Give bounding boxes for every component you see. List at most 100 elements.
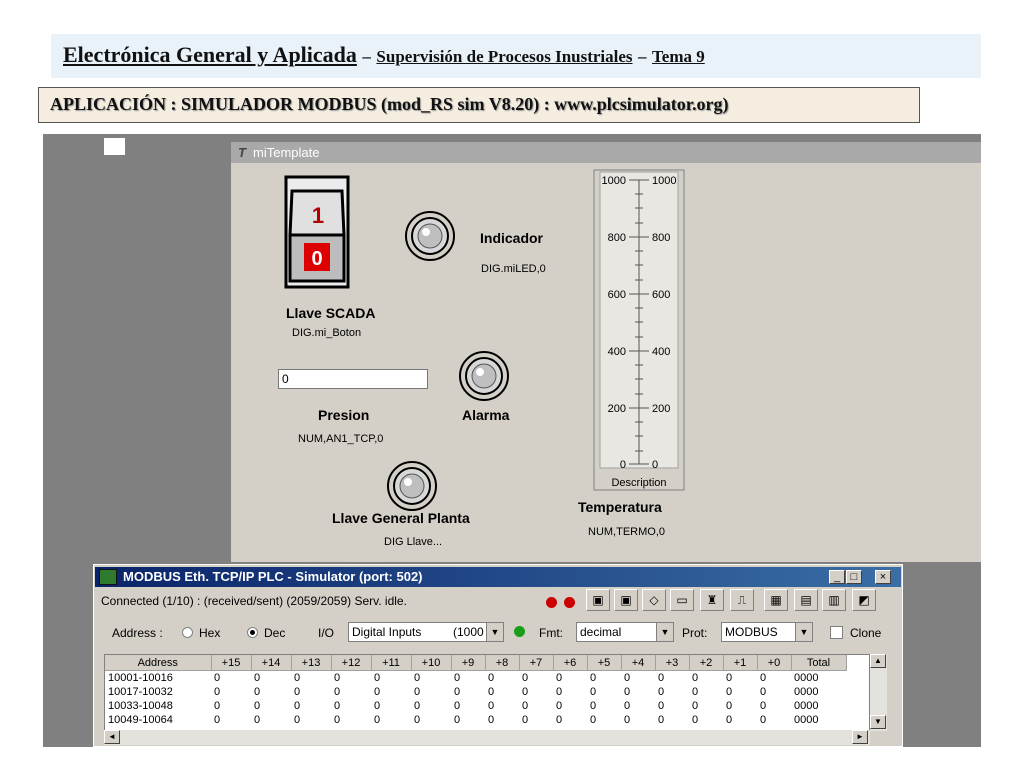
- load-icon[interactable]: ▣: [614, 589, 638, 611]
- bit-cell[interactable]: 0: [723, 685, 757, 699]
- bit-cell[interactable]: 0: [211, 671, 251, 686]
- column-header[interactable]: +5: [587, 655, 622, 671]
- scroll-right-icon[interactable]: ►: [852, 730, 868, 744]
- table-row[interactable]: 10017-10032 0 0 0 0 0 0 0 0 0 0 0 0 0 0 0 0 0000: [105, 685, 846, 699]
- simulator-titlebar[interactable]: MODBUS Eth. TCP/IP PLC - Simulator (port…: [95, 567, 901, 587]
- column-header[interactable]: Address: [105, 655, 212, 671]
- red-status-dot-icon[interactable]: [546, 597, 557, 608]
- bit-cell[interactable]: 0: [291, 671, 331, 686]
- bit-cell[interactable]: 0: [371, 713, 411, 727]
- bit-cell[interactable]: 0: [655, 699, 689, 713]
- bit-cell[interactable]: 0: [251, 713, 291, 727]
- bit-cell[interactable]: 0: [519, 671, 553, 686]
- address-cell[interactable]: 10049-10064: [105, 713, 211, 727]
- bit-cell[interactable]: 0: [757, 671, 791, 686]
- bit-cell[interactable]: 0: [411, 699, 451, 713]
- minimize-button[interactable]: _: [829, 570, 845, 584]
- vertical-scrollbar[interactable]: ▲ ▼: [870, 654, 887, 731]
- bit-cell[interactable]: 0: [451, 713, 485, 727]
- bit-cell[interactable]: 0: [211, 713, 251, 727]
- column-header[interactable]: +6: [553, 655, 588, 671]
- pressure-input[interactable]: 0: [278, 369, 428, 389]
- chevron-down-icon[interactable]: ▼: [656, 623, 673, 641]
- column-header[interactable]: Total: [791, 655, 847, 671]
- bit-cell[interactable]: 0: [371, 685, 411, 699]
- address-cell[interactable]: 10033-10048: [105, 699, 211, 713]
- bit-cell[interactable]: 0: [519, 685, 553, 699]
- bit-cell[interactable]: 0: [587, 699, 621, 713]
- scroll-left-icon[interactable]: ◄: [104, 730, 120, 744]
- clone-checkbox[interactable]: [830, 626, 843, 639]
- total-cell[interactable]: 0000: [791, 671, 846, 686]
- bit-cell[interactable]: 0: [411, 685, 451, 699]
- bit-cell[interactable]: 0: [251, 671, 291, 686]
- bit-cell[interactable]: 0: [485, 699, 519, 713]
- scroll-up-icon[interactable]: ▲: [870, 654, 886, 668]
- bit-cell[interactable]: 0: [211, 685, 251, 699]
- column-header[interactable]: +11: [371, 655, 412, 671]
- bit-cell[interactable]: 0: [331, 671, 371, 686]
- bit-cell[interactable]: 0: [553, 671, 587, 686]
- column-header[interactable]: +7: [519, 655, 554, 671]
- table-row[interactable]: 10033-10048 0 0 0 0 0 0 0 0 0 0 0 0 0 0 0 0 0000: [105, 699, 846, 713]
- bit-cell[interactable]: 0: [723, 699, 757, 713]
- column-header[interactable]: +12: [331, 655, 372, 671]
- bit-cell[interactable]: 0: [757, 699, 791, 713]
- address-cell[interactable]: 10017-10032: [105, 685, 211, 699]
- bit-cell[interactable]: 0: [689, 699, 723, 713]
- table-row[interactable]: 10001-10016 0 0 0 0 0 0 0 0 0 0 0 0 0 0 0 0 0000: [105, 671, 846, 686]
- save-icon[interactable]: ▣: [586, 589, 610, 611]
- bus-icon[interactable]: ▦: [764, 589, 788, 611]
- bit-cell[interactable]: 0: [689, 685, 723, 699]
- bit-cell[interactable]: 0: [689, 713, 723, 727]
- column-header[interactable]: +10: [411, 655, 452, 671]
- bit-cell[interactable]: 0: [371, 671, 411, 686]
- bit-cell[interactable]: 0: [519, 713, 553, 727]
- column-header[interactable]: +8: [485, 655, 520, 671]
- bit-cell[interactable]: 0: [331, 685, 371, 699]
- bit-cell[interactable]: 0: [451, 685, 485, 699]
- bit-cell[interactable]: 0: [331, 699, 371, 713]
- bit-cell[interactable]: 0: [485, 713, 519, 727]
- total-cell[interactable]: 0000: [791, 713, 846, 727]
- chevron-down-icon[interactable]: ▼: [486, 623, 503, 641]
- bit-cell[interactable]: 0: [485, 685, 519, 699]
- bit-cell[interactable]: 0: [621, 671, 655, 686]
- bit-cell[interactable]: 0: [251, 685, 291, 699]
- table-row[interactable]: 10049-10064 0 0 0 0 0 0 0 0 0 0 0 0 0 0 0 0 0000: [105, 713, 846, 727]
- bit-cell[interactable]: 0: [553, 685, 587, 699]
- bit-cell[interactable]: 0: [655, 685, 689, 699]
- column-header[interactable]: +0: [757, 655, 792, 671]
- bit-cell[interactable]: 0: [757, 685, 791, 699]
- total-cell[interactable]: 0000: [791, 685, 846, 699]
- bit-cell[interactable]: 0: [689, 671, 723, 686]
- bit-cell[interactable]: 0: [621, 699, 655, 713]
- bit-cell[interactable]: 0: [723, 713, 757, 727]
- red-status-dot-icon[interactable]: [564, 597, 575, 608]
- column-header[interactable]: +3: [655, 655, 690, 671]
- template-window-titlebar[interactable]: TmiTemplate: [231, 142, 981, 163]
- bit-cell[interactable]: 0: [723, 671, 757, 686]
- columns-icon[interactable]: ▥: [822, 589, 846, 611]
- maximize-button[interactable]: □: [846, 570, 862, 584]
- edit-icon[interactable]: ◩: [852, 589, 876, 611]
- bit-cell[interactable]: 0: [553, 713, 587, 727]
- scada-switch[interactable]: 1 0: [282, 175, 370, 293]
- bit-cell[interactable]: 0: [655, 713, 689, 727]
- bit-cell[interactable]: 0: [251, 699, 291, 713]
- column-header[interactable]: +1: [723, 655, 758, 671]
- monitor-icon[interactable]: ▤: [794, 589, 818, 611]
- column-header[interactable]: +15: [211, 655, 252, 671]
- bit-cell[interactable]: 0: [587, 685, 621, 699]
- bit-cell[interactable]: 0: [621, 685, 655, 699]
- bit-cell[interactable]: 0: [291, 713, 331, 727]
- column-header[interactable]: +2: [689, 655, 724, 671]
- dec-radio[interactable]: [247, 627, 258, 638]
- bit-cell[interactable]: 0: [519, 699, 553, 713]
- column-header[interactable]: +9: [451, 655, 486, 671]
- register-table[interactable]: Address +15 +14 +13 +12 +11 +10 +9 +8 +7 +6 +5 +4 +3 +…: [104, 654, 870, 742]
- bit-cell[interactable]: 0: [411, 713, 451, 727]
- bit-cell[interactable]: 0: [451, 699, 485, 713]
- bit-cell[interactable]: 0: [291, 685, 331, 699]
- column-header[interactable]: +14: [251, 655, 292, 671]
